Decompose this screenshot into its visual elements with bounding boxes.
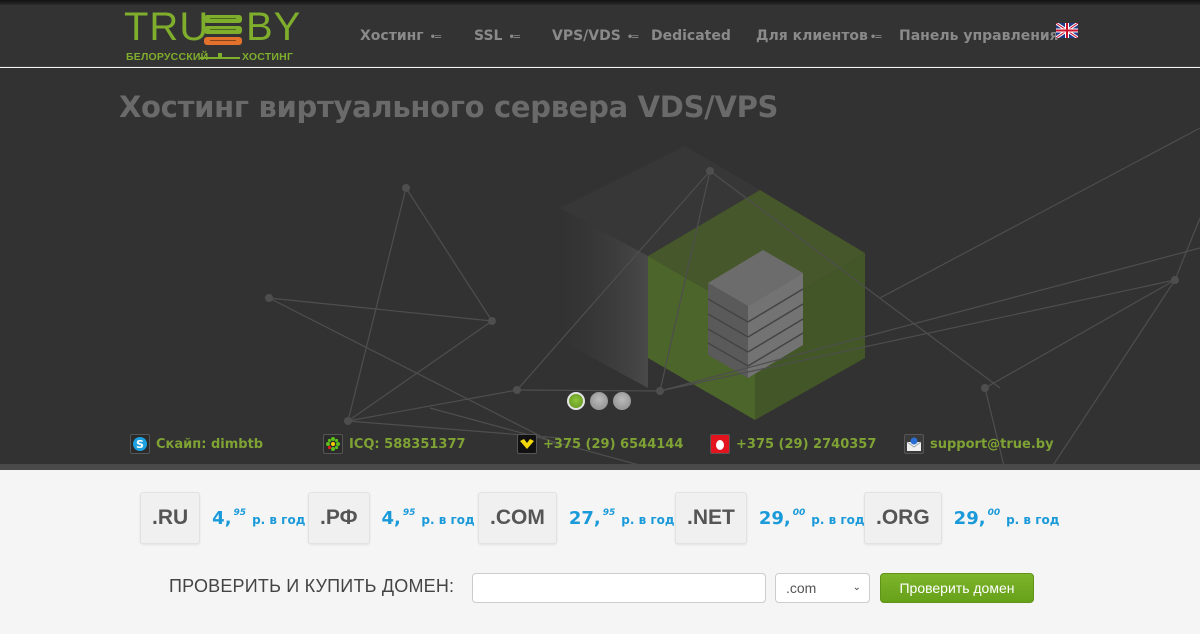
- logo-tagline-left: БЕЛОРУССКИЙ: [126, 51, 209, 63]
- logo-text-left: TRU: [124, 5, 210, 49]
- nav-label: Для клиентов: [756, 28, 868, 44]
- contacts-bar: S Скайп: dimbtb ICQ: 588351377 +375 (29)…: [0, 428, 1200, 468]
- contact-icq[interactable]: ICQ: 588351377: [323, 434, 466, 454]
- contact-text: +375 (29) 6544144: [543, 436, 684, 452]
- domain-prices: .RU 4, 95 р. в год .РФ 4, 95 р. в год .COM 2…: [0, 470, 1200, 634]
- slider-dot-1[interactable]: [567, 392, 585, 410]
- domain-zone: .NET: [675, 492, 747, 544]
- velcom-icon: [517, 434, 537, 454]
- contact-velcom[interactable]: +375 (29) 6544144: [517, 434, 683, 454]
- nav-item-dedicated[interactable]: Dedicated: [651, 5, 731, 67]
- nav-item-control-panel[interactable]: Панель управления: [899, 5, 1059, 67]
- nav-label: Хостинг: [360, 28, 424, 44]
- contact-mts[interactable]: +375 (29) 2740357: [710, 434, 876, 454]
- slider-dot-2[interactable]: [590, 392, 608, 410]
- mail-icon: [904, 434, 924, 454]
- nav-item-for-clients[interactable]: Для клиентов •═: [756, 5, 881, 67]
- domain-zone: .RU: [140, 492, 201, 544]
- dropdown-icon: •═: [869, 32, 881, 43]
- domain-item-net[interactable]: .NET 29, 00 р. в год: [675, 492, 865, 544]
- nav-label: VPS/VDS: [552, 28, 621, 44]
- domain-check-label: ПРОВЕРИТЬ И КУПИТЬ ДОМЕН:: [169, 576, 455, 596]
- network-connector-icon: [200, 53, 240, 59]
- contact-text: Скайп: dimbtb: [156, 436, 264, 452]
- svg-text:S: S: [136, 438, 144, 451]
- uk-flag-icon[interactable]: [1056, 23, 1078, 38]
- contact-skype[interactable]: S Скайп: dimbtb: [130, 434, 263, 454]
- nav-label: Панель управления: [899, 28, 1059, 44]
- contact-text: +375 (29) 2740357: [736, 436, 877, 452]
- domain-zone: .РФ: [308, 492, 370, 544]
- chevron-down-icon: ⌄: [852, 582, 861, 593]
- mts-icon: [710, 434, 730, 454]
- dropdown-icon: •═: [508, 32, 519, 43]
- icq-icon: [323, 434, 343, 454]
- selected-zone: .com: [786, 580, 817, 596]
- slider-dot-3[interactable]: [613, 392, 631, 410]
- domain-zone: .COM: [478, 492, 557, 544]
- domain-item-com[interactable]: .COM 27, 95 р. в год: [478, 492, 675, 544]
- check-domain-button[interactable]: Проверить домен: [880, 573, 1034, 603]
- contact-text: support@true.by: [930, 436, 1054, 452]
- dropdown-icon: •═: [626, 32, 638, 43]
- nav-item-vps-vds[interactable]: VPS/VDS •═: [552, 5, 638, 67]
- domain-name-input[interactable]: [472, 573, 766, 603]
- domain-zone-select[interactable]: .com ⌄: [775, 573, 870, 603]
- logo-text-right: BY: [246, 5, 302, 49]
- dropdown-icon: •═: [429, 32, 441, 43]
- hero-slider: Хостинг виртуального сервера VDS/VPS S С…: [0, 68, 1200, 470]
- nav-item-ssl[interactable]: SSL •═: [474, 5, 520, 67]
- contact-email[interactable]: support@true.by: [904, 434, 1054, 454]
- domain-zone: .ORG: [864, 492, 942, 544]
- contact-text: ICQ: 588351377: [349, 436, 466, 452]
- domain-price: 4, 95 р. в год: [381, 507, 475, 529]
- domain-price: 4, 95 р. в год: [212, 507, 306, 529]
- domain-item-org[interactable]: .ORG 29, 00 р. в год: [864, 492, 1059, 544]
- hero-title: Хостинг виртуального сервера VDS/VPS: [119, 90, 779, 124]
- domain-price: 27, 95 р. в год: [568, 507, 675, 529]
- nav-item-hosting[interactable]: Хостинг •═: [360, 5, 441, 67]
- truby-logo[interactable]: TRU BY БЕЛОРУССКИЙ ХОСТИНГ: [124, 7, 300, 65]
- slider-pagination: [567, 392, 631, 410]
- domain-item-rf[interactable]: .РФ 4, 95 р. в год: [308, 492, 475, 544]
- nav-label: Dedicated: [651, 28, 731, 44]
- skype-icon: S: [130, 434, 150, 454]
- domain-price: 29, 00 р. в год: [758, 507, 865, 529]
- domain-price: 29, 00 р. в год: [953, 507, 1060, 529]
- server-stack-icon: [204, 15, 242, 48]
- domain-item-ru[interactable]: .RU 4, 95 р. в год: [140, 492, 305, 544]
- nav-label: SSL: [474, 28, 503, 44]
- logo-tagline-right: ХОСТИНГ: [242, 51, 294, 63]
